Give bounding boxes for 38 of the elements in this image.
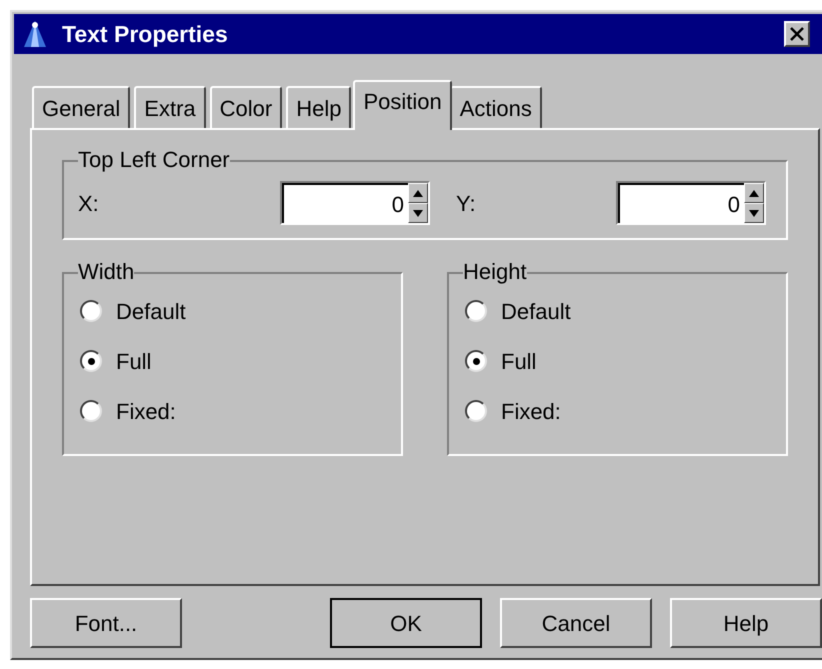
radio-label: Full: [501, 348, 536, 376]
down-arrow-icon: [413, 210, 423, 216]
close-button[interactable]: [784, 21, 810, 47]
up-arrow-icon: [413, 190, 423, 196]
radio-button[interactable]: [80, 400, 102, 422]
window-title: Text Properties: [62, 20, 228, 49]
tab[interactable]: Extra: [134, 86, 206, 128]
dialog-button[interactable]: Font...: [30, 598, 182, 648]
spin-up-button[interactable]: [744, 183, 764, 203]
field-label: Y:: [456, 190, 476, 218]
number-field[interactable]: 0: [618, 183, 744, 223]
spin-up-button[interactable]: [408, 183, 428, 203]
spin-down-button[interactable]: [408, 203, 428, 223]
radio-label: Fixed:: [501, 398, 561, 426]
app-icon: [22, 19, 48, 49]
dialog-button[interactable]: Cancel: [500, 598, 652, 648]
tab[interactable]: Help: [286, 86, 352, 128]
radio-button[interactable]: [80, 350, 102, 372]
spin-down-button[interactable]: [744, 203, 764, 223]
down-arrow-icon: [749, 210, 759, 216]
radio-button[interactable]: [465, 350, 487, 372]
close-icon: [790, 27, 804, 41]
dialog-button[interactable]: OK: [330, 598, 482, 648]
tab[interactable]: Position: [353, 80, 452, 130]
radio-label: Fixed:: [116, 398, 176, 426]
radio-label: Full: [116, 348, 152, 376]
radio-label: Default: [501, 298, 571, 326]
tab[interactable]: Actions: [450, 86, 542, 128]
tab[interactable]: Color: [210, 86, 282, 128]
radio-button[interactable]: [465, 300, 487, 322]
radio-label: Default: [116, 298, 186, 326]
radio-button[interactable]: [80, 300, 102, 322]
tab[interactable]: General: [32, 86, 130, 128]
field-label: X:: [78, 190, 99, 218]
radio-button[interactable]: [465, 400, 487, 422]
number-field[interactable]: 0: [282, 183, 408, 223]
dialog-button[interactable]: Help: [670, 598, 822, 648]
up-arrow-icon: [749, 190, 759, 196]
